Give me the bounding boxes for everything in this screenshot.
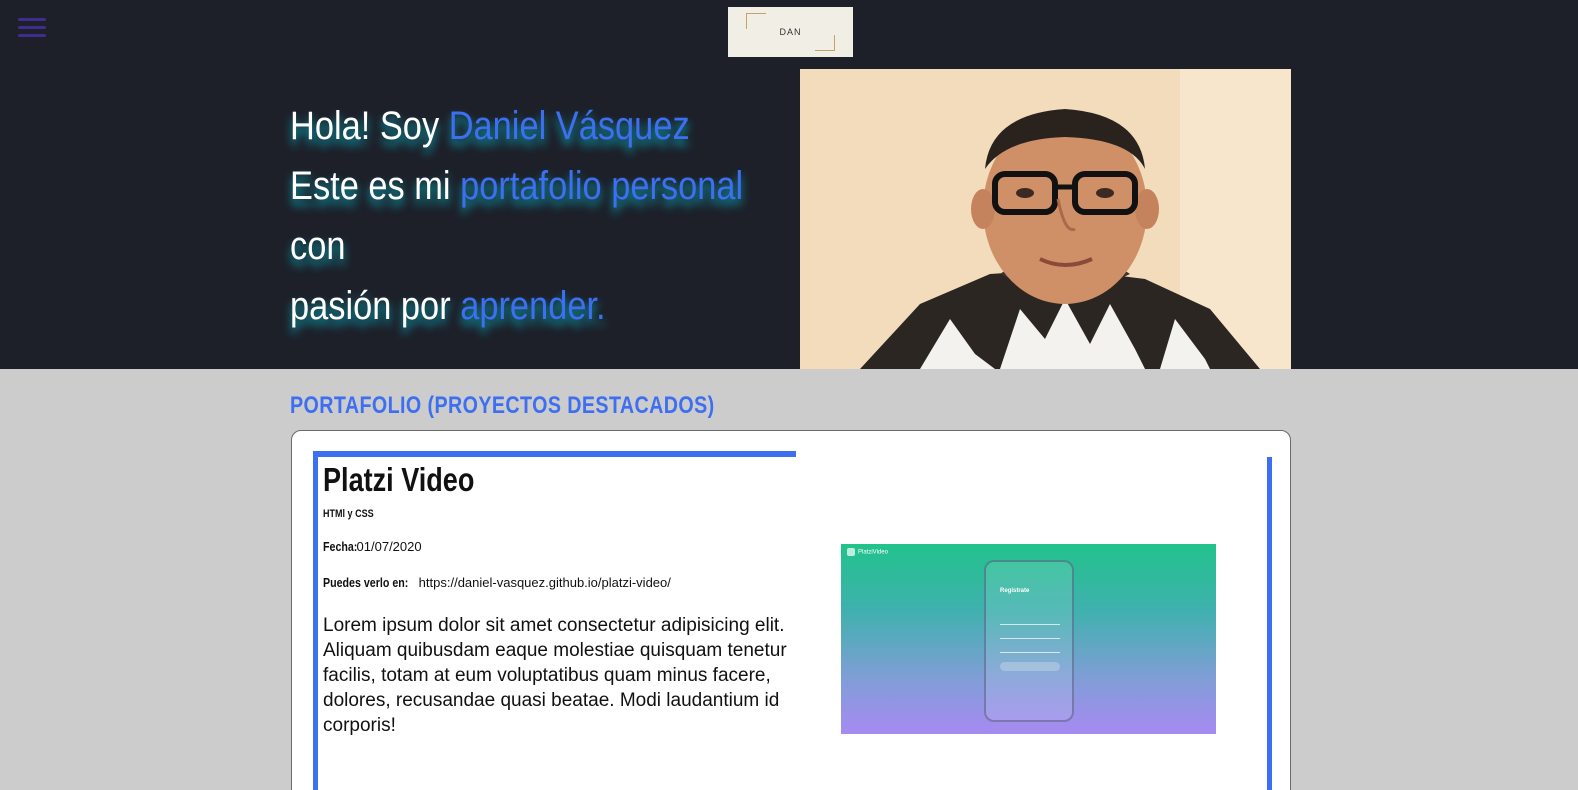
hero-line-2: Este es mi portafolio personal (290, 156, 743, 216)
card-accent-bar-top (313, 451, 796, 457)
hero-heading: Hola! Soy Daniel Vásquez Este es mi port… (290, 96, 743, 336)
hero-highlight-learn: aprender. (460, 284, 606, 328)
project-thumbnail[interactable]: PlatziVideo Regístrate (841, 544, 1216, 734)
project-url-link[interactable]: https://daniel-vasquez.github.io/platzi-… (419, 575, 671, 590)
logo-corner-decoration (815, 35, 835, 51)
profile-photo (800, 69, 1291, 369)
card-accent-bar-left (313, 451, 318, 790)
platzi-logo-icon (847, 548, 855, 556)
project-date-row: Fecha: 01/07/2020 (323, 539, 422, 554)
hamburger-line (18, 18, 46, 21)
hamburger-menu-icon[interactable] (18, 18, 46, 40)
hero-line-3: con (290, 224, 346, 268)
thumbnail-brand: PlatziVideo (847, 548, 888, 556)
hero-highlight-portfolio: portafolio personal (460, 164, 744, 208)
project-card: Platzi Video HTMl y CSS Fecha: 01/07/202… (291, 430, 1291, 790)
thumbnail-input-line (1000, 624, 1060, 625)
thumbnail-input-line (1000, 638, 1060, 639)
thumbnail-input-line (1000, 652, 1060, 653)
logo[interactable]: DAN (728, 7, 853, 57)
thumbnail-phone-mockup: Regístrate (984, 560, 1074, 722)
header: DAN Hola! Soy Daniel Vásquez Este es mi … (0, 0, 1578, 369)
project-tech: HTMl y CSS (323, 508, 374, 520)
logo-text: DAN (779, 27, 802, 37)
hero-text: Este es mi (290, 164, 461, 208)
card-accent-bar-right (1267, 457, 1272, 790)
thumbnail-register-button (1000, 662, 1060, 671)
project-title: Platzi Video (323, 461, 475, 498)
hero-text: pasión por (290, 284, 461, 328)
project-url-row: Puedes verlo en: https://daniel-vasquez.… (323, 575, 671, 590)
thumbnail-form-title: Regístrate (1000, 588, 1030, 594)
project-date-value: 01/07/2020 (356, 539, 422, 554)
project-description: Lorem ipsum dolor sit amet consectetur a… (323, 615, 787, 736)
project-date-label: Fecha: (323, 539, 358, 554)
hero-text: Hola! Soy (290, 104, 449, 148)
portfolio-section-title: PORTAFOLIO (PROYECTOS DESTACADOS) (290, 392, 715, 419)
project-url-label: Puedes verlo en: (323, 575, 409, 590)
hamburger-line (18, 34, 46, 37)
hero-line-4: pasión por aprender. (290, 276, 703, 336)
profile-photo-illustration (800, 69, 1291, 369)
hero-line-1: Hola! Soy Daniel Vásquez (290, 96, 703, 156)
hero-highlight-name: Daniel Vásquez (448, 104, 690, 148)
hamburger-line (18, 26, 46, 29)
